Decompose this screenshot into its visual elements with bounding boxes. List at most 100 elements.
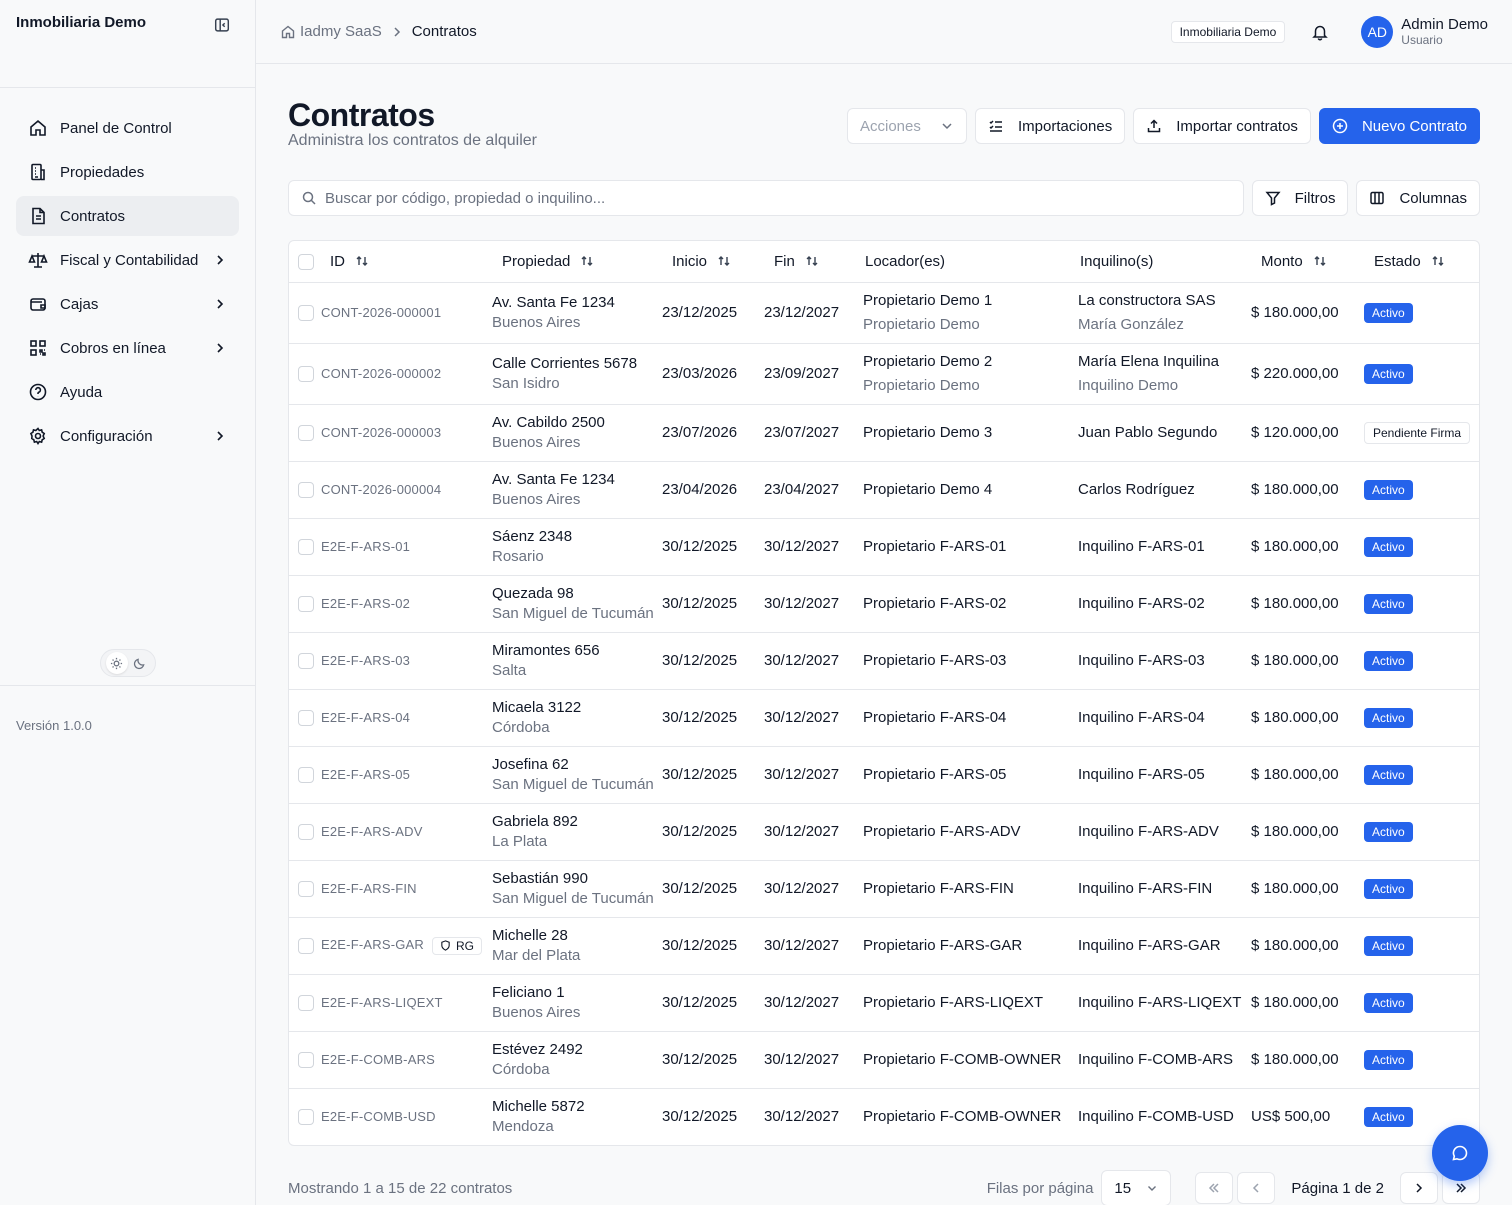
table-row[interactable]: E2E-F-COMB-ARS Estévez 2492 Córdoba 30/12/2… xyxy=(289,1031,1479,1089)
row-checkbox[interactable] xyxy=(298,1109,314,1126)
contract-id[interactable]: E2E-F-ARS-LIQEXT xyxy=(321,995,443,1010)
table-row[interactable]: E2E-F-ARS-02 Quezada 98 San Miguel de Tucu… xyxy=(289,575,1479,633)
theme-toggle[interactable] xyxy=(100,649,156,677)
filters-button[interactable]: Filtros xyxy=(1251,180,1349,216)
row-checkbox[interactable] xyxy=(298,881,314,898)
sidebar-item-contratos[interactable]: Contratos xyxy=(16,196,239,236)
col-header-propiedad[interactable]: Propiedad xyxy=(492,241,662,283)
table-row[interactable]: CONT-2026-000001 Av. Santa Fe 1234 Buenos … xyxy=(289,282,1479,344)
row-checkbox[interactable] xyxy=(298,710,314,727)
table-row[interactable]: CONT-2026-000003 Av. Cabildo 2500 Buenos A… xyxy=(289,404,1479,462)
contract-id[interactable]: E2E-F-ARS-02 xyxy=(321,596,410,611)
contract-id[interactable]: E2E-F-COMB-USD xyxy=(321,1109,436,1124)
row-checkbox[interactable] xyxy=(298,596,314,613)
sidebar-item-cajas[interactable]: Cajas xyxy=(16,284,239,324)
imports-button[interactable]: Importaciones xyxy=(975,108,1126,144)
cell-secondary: La Plata xyxy=(492,832,548,850)
owner-cell: Propietario F-ARS-04 xyxy=(863,689,1078,747)
contract-id[interactable]: CONT-2026-000003 xyxy=(321,425,441,440)
cell-primary: Propietario F-ARS-LIQEXT xyxy=(863,993,1044,1011)
contract-id[interactable]: E2E-F-ARS-GAR xyxy=(321,937,424,952)
tenant-cell: Inquilino F-ARS-04 xyxy=(1078,689,1251,747)
rows-per-page-select[interactable]: 15 xyxy=(1101,1170,1172,1205)
row-checkbox[interactable] xyxy=(298,482,314,499)
table-row[interactable]: E2E-F-ARS-05 Josefina 62 San Miguel de Tuc… xyxy=(289,746,1479,804)
sidebar-item-fiscal[interactable]: Fiscal y Contabilidad xyxy=(16,240,239,280)
chat-icon xyxy=(1452,1145,1468,1161)
table-row[interactable]: CONT-2026-000002 Calle Corrientes 5678 San… xyxy=(289,343,1479,405)
cell-primary: Sáenz 2348 xyxy=(492,527,573,545)
table-row[interactable]: E2E-F-ARS-ADV Gabriela 892 La Plata 30/12/2… xyxy=(289,803,1479,861)
row-checkbox[interactable] xyxy=(298,1052,314,1069)
row-checkbox[interactable] xyxy=(298,653,314,670)
row-checkbox[interactable] xyxy=(298,995,314,1012)
start-date: 30/12/2025 xyxy=(662,689,764,747)
table-row[interactable]: E2E-F-COMB-USD Michelle 5872 Mendoza 30/12/… xyxy=(289,1088,1479,1145)
columns-button[interactable]: Columnas xyxy=(1356,180,1480,216)
row-checkbox[interactable] xyxy=(298,938,314,955)
sidebar-item-cobros[interactable]: Cobros en línea xyxy=(16,328,239,368)
row-checkbox[interactable] xyxy=(298,425,314,442)
contract-id[interactable]: E2E-F-ARS-01 xyxy=(321,539,410,554)
col-header-inicio[interactable]: Inicio xyxy=(662,241,764,283)
actions-select[interactable]: Acciones xyxy=(847,108,967,144)
cell-secondary: Mar del Plata xyxy=(492,946,581,964)
user-info[interactable]: Admin Demo Usuario xyxy=(1401,16,1488,47)
col-header-estado[interactable]: Estado xyxy=(1364,241,1479,283)
bell-icon[interactable] xyxy=(1311,23,1329,41)
amount: $ 180.000,00 xyxy=(1251,575,1364,633)
table-row[interactable]: E2E-F-ARS-FIN Sebastián 990 San Miguel de … xyxy=(289,860,1479,918)
next-page-button[interactable] xyxy=(1400,1172,1438,1204)
select-all-checkbox[interactable] xyxy=(298,253,314,270)
table-row[interactable]: E2E-F-ARS-03 Miramontes 656 Salta 30/12/202… xyxy=(289,632,1479,690)
row-checkbox[interactable] xyxy=(298,305,314,322)
search-input[interactable] xyxy=(325,189,1231,207)
row-checkbox[interactable] xyxy=(298,366,314,383)
contract-id[interactable]: CONT-2026-000002 xyxy=(321,366,441,381)
table-row[interactable]: CONT-2026-000004 Av. Santa Fe 1234 Buenos … xyxy=(289,461,1479,519)
tenant-cell: Inquilino F-ARS-FIN xyxy=(1078,860,1251,918)
table-row[interactable]: E2E-F-ARS-04 Micaela 3122 Córdoba 30/12/202… xyxy=(289,689,1479,747)
table-row[interactable]: E2E-F-ARS-LIQEXT Feliciano 1 Buenos Aires 3… xyxy=(289,974,1479,1032)
contract-id[interactable]: E2E-F-COMB-ARS xyxy=(321,1052,435,1067)
sidebar-item-panel[interactable]: Panel de Control xyxy=(16,108,239,148)
col-header-id[interactable]: ID xyxy=(321,241,492,283)
contract-id[interactable]: E2E-F-ARS-ADV xyxy=(321,824,423,839)
col-header-monto[interactable]: Monto xyxy=(1251,241,1364,283)
contract-id[interactable]: E2E-F-ARS-03 xyxy=(321,653,410,668)
sidebar: Inmobiliaria Demo Panel de Control Propi… xyxy=(0,0,256,1205)
row-checkbox[interactable] xyxy=(298,767,314,784)
cell-secondary: Propietario Demo xyxy=(863,315,980,333)
contract-id[interactable]: E2E-F-ARS-05 xyxy=(321,767,410,782)
sidebar-item-configuracion[interactable]: Configuración xyxy=(16,416,239,456)
contract-id[interactable]: CONT-2026-000004 xyxy=(321,482,441,497)
import-contracts-button[interactable]: Importar contratos xyxy=(1133,108,1311,144)
table-row[interactable]: E2E-F-ARS-GAR RG Michelle 28 Mar del Plata 3… xyxy=(289,917,1479,975)
col-header-fin[interactable]: Fin xyxy=(764,241,863,283)
sidebar-collapse-icon[interactable] xyxy=(213,16,231,34)
contract-id[interactable]: E2E-F-ARS-FIN xyxy=(321,881,417,896)
search-box xyxy=(288,180,1244,216)
avatar[interactable]: AD xyxy=(1361,15,1394,48)
cell-secondary: Buenos Aires xyxy=(492,313,581,331)
tenant-cell: Inquilino F-ARS-02 xyxy=(1078,575,1251,633)
col-label: Locador(es) xyxy=(865,252,946,270)
main-content: Contratos Administra los contratos de al… xyxy=(288,64,1480,1205)
contract-id[interactable]: CONT-2026-000001 xyxy=(321,305,441,320)
row-checkbox[interactable] xyxy=(298,824,314,841)
table-row[interactable]: E2E-F-ARS-01 Sáenz 2348 Rosario 30/12/2025 3… xyxy=(289,518,1479,576)
breadcrumb-root[interactable]: Iadmy SaaS xyxy=(300,23,382,40)
first-page-button[interactable] xyxy=(1195,1172,1234,1204)
dark-mode-button[interactable] xyxy=(129,652,151,674)
contract-id[interactable]: E2E-F-ARS-04 xyxy=(321,710,410,725)
status-badge: Activo xyxy=(1364,363,1413,384)
chat-button[interactable] xyxy=(1432,1125,1488,1181)
prev-page-button[interactable] xyxy=(1237,1172,1276,1204)
light-mode-button[interactable] xyxy=(105,652,128,674)
sidebar-item-propiedades[interactable]: Propiedades xyxy=(16,152,239,192)
row-checkbox[interactable] xyxy=(298,539,314,556)
org-badge[interactable]: Inmobiliaria Demo xyxy=(1170,20,1286,43)
home-icon[interactable] xyxy=(280,24,296,40)
new-contract-button[interactable]: Nuevo Contrato xyxy=(1318,108,1480,144)
sidebar-item-ayuda[interactable]: Ayuda xyxy=(16,372,239,412)
